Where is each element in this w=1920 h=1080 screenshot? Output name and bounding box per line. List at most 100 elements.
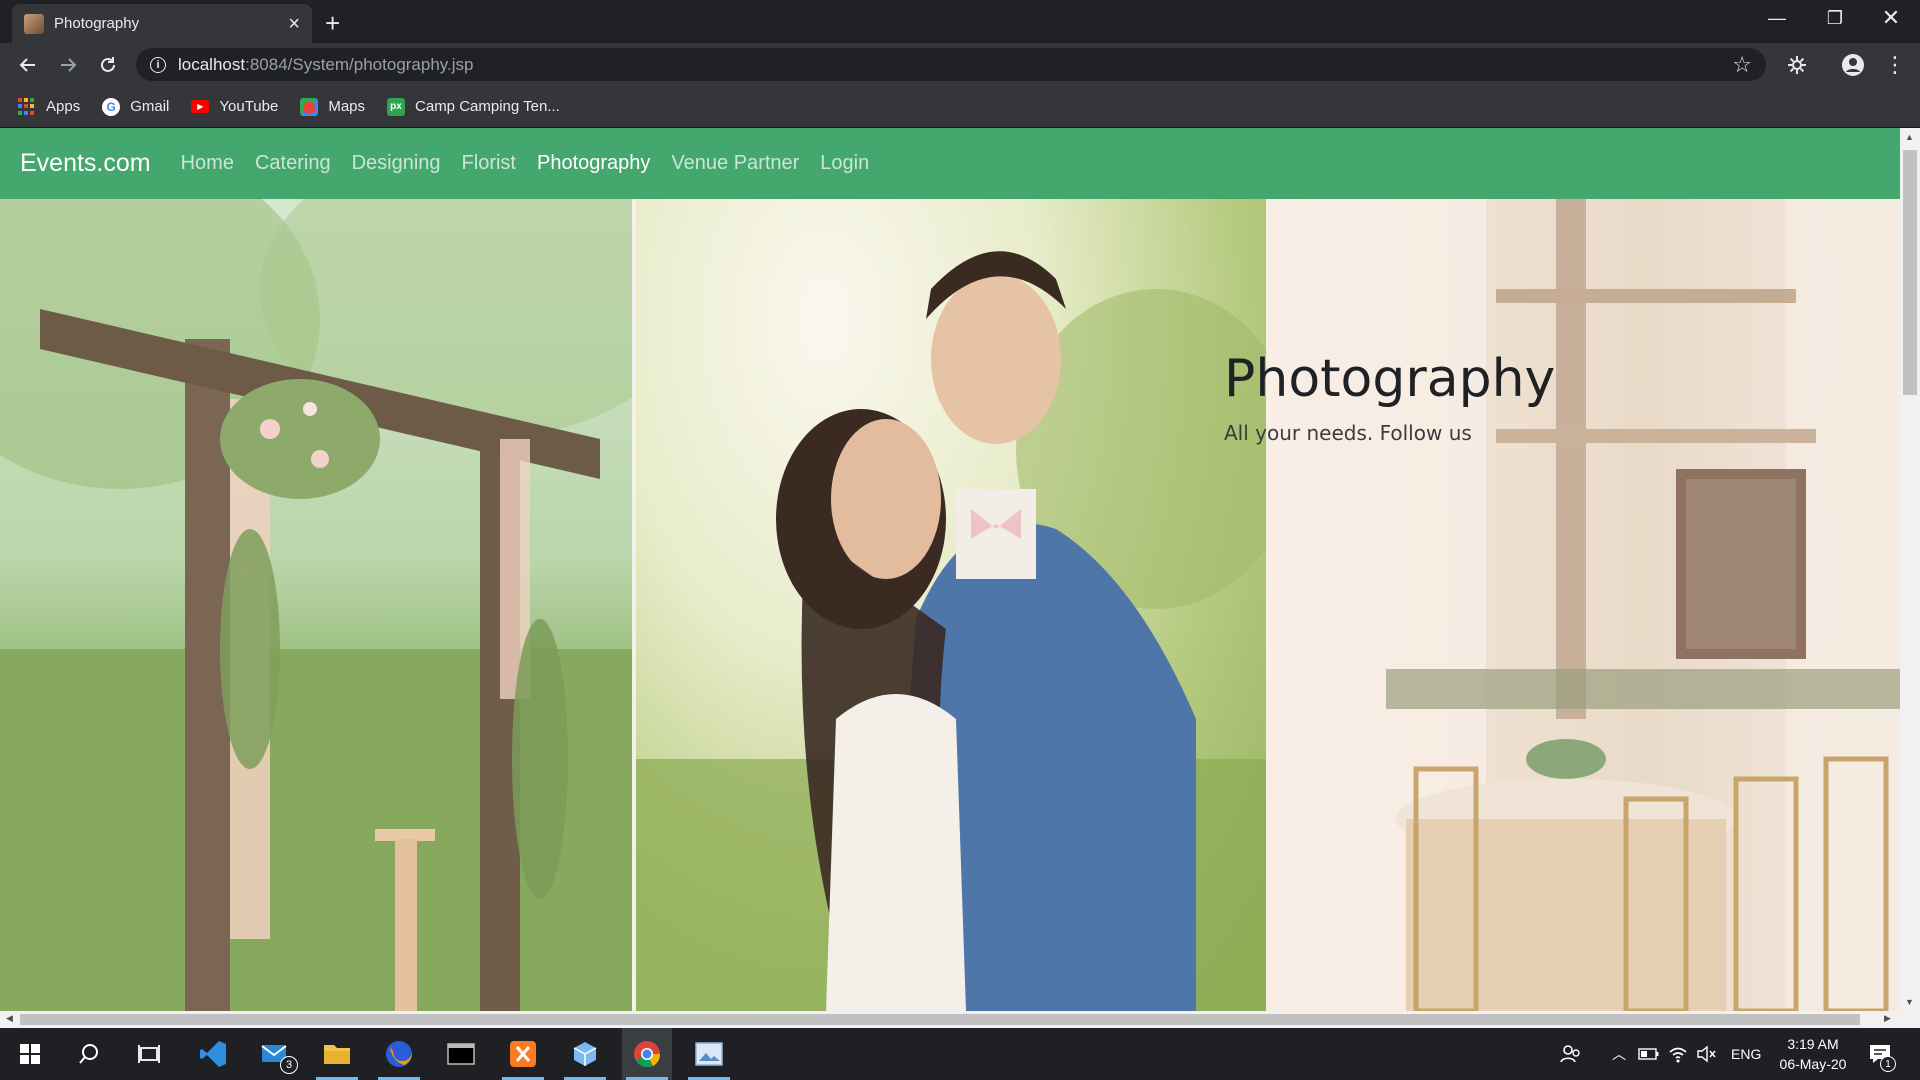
scroll-down-icon[interactable]: ▼ bbox=[1905, 997, 1914, 1007]
gear-icon bbox=[1788, 56, 1806, 74]
nav-home[interactable]: Home bbox=[181, 152, 234, 175]
bookmarks-bar: Apps G Gmail ▶ YouTube ⬤ Maps px Camp Ca… bbox=[0, 86, 1920, 128]
terminal-icon bbox=[447, 1043, 475, 1065]
vscode-icon bbox=[200, 1041, 226, 1067]
start-button[interactable] bbox=[5, 1028, 55, 1080]
bookmark-label: Camp Camping Ten... bbox=[415, 98, 560, 115]
virtualbox-taskbar-button[interactable] bbox=[560, 1028, 610, 1080]
browser-tab[interactable]: Photography × bbox=[12, 4, 312, 43]
minimize-button[interactable]: — bbox=[1748, 0, 1806, 36]
url-host: localhost bbox=[178, 54, 246, 74]
bookmark-label: YouTube bbox=[219, 98, 279, 115]
windows-taskbar: 3 ︿ ENG 3:19 AM 06-May-20 1 bbox=[0, 1028, 1920, 1080]
bookmark-camp-camping[interactable]: px Camp Camping Ten... bbox=[387, 97, 560, 116]
mail-badge: 3 bbox=[280, 1056, 298, 1074]
image-viewer-icon bbox=[695, 1042, 723, 1066]
windows-logo-icon bbox=[20, 1044, 40, 1064]
px-icon: px bbox=[387, 97, 406, 116]
site-brand[interactable]: Events.com bbox=[20, 149, 151, 178]
hero-image-barn-venue bbox=[1266, 199, 1900, 1011]
firefox-taskbar-button[interactable] bbox=[374, 1028, 424, 1080]
youtube-icon: ▶ bbox=[191, 100, 210, 113]
volume-muted-icon[interactable] bbox=[1696, 1028, 1716, 1080]
xampp-icon bbox=[510, 1041, 536, 1067]
browser-toolbar: i localhost :8084/System/photography.jsp… bbox=[0, 43, 1920, 86]
bookmark-label: Apps bbox=[46, 98, 81, 115]
scroll-left-icon[interactable]: ◀ bbox=[6, 1013, 13, 1024]
back-button[interactable] bbox=[14, 51, 42, 79]
account-icon bbox=[1842, 54, 1864, 76]
nav-login[interactable]: Login bbox=[820, 152, 869, 175]
nav-florist[interactable]: Florist bbox=[462, 152, 516, 175]
firefox-icon bbox=[386, 1041, 412, 1067]
extension-icon[interactable] bbox=[1782, 51, 1812, 79]
maps-icon: ⬤ bbox=[300, 97, 319, 116]
browser-titlebar: Photography × + — ❐ ✕ bbox=[0, 0, 1920, 43]
clock-date: 06-May-20 bbox=[1779, 1056, 1847, 1072]
vertical-scrollbar[interactable]: ▲ ▼ bbox=[1900, 128, 1920, 1011]
vertical-scroll-thumb[interactable] bbox=[1903, 150, 1917, 395]
xampp-taskbar-button[interactable] bbox=[498, 1028, 548, 1080]
horizontal-scroll-thumb[interactable] bbox=[20, 1014, 1860, 1025]
arrow-left-icon bbox=[19, 58, 35, 72]
wifi-icon[interactable] bbox=[1668, 1028, 1688, 1080]
nav-photography[interactable]: Photography bbox=[537, 152, 650, 175]
chrome-taskbar-button[interactable] bbox=[622, 1028, 672, 1080]
tab-close-icon[interactable]: × bbox=[288, 14, 300, 34]
folder-icon bbox=[324, 1045, 350, 1064]
system-clock[interactable]: 3:19 AM 06-May-20 bbox=[1768, 1034, 1858, 1074]
people-icon[interactable] bbox=[1560, 1028, 1582, 1080]
nav-designing[interactable]: Designing bbox=[352, 152, 441, 175]
page-viewport: Events.com Home Catering Designing Flori… bbox=[0, 128, 1900, 1011]
input-language[interactable]: ENG bbox=[1731, 1028, 1761, 1080]
reload-icon bbox=[101, 57, 115, 72]
site-info-icon[interactable]: i bbox=[150, 56, 166, 73]
forward-button[interactable] bbox=[54, 51, 82, 79]
scroll-right-icon[interactable]: ▶ bbox=[1884, 1013, 1891, 1024]
action-center-button[interactable]: 1 bbox=[1868, 1028, 1896, 1080]
bookmark-youtube[interactable]: ▶ YouTube bbox=[191, 98, 278, 115]
chrome-icon bbox=[634, 1041, 661, 1068]
task-view-icon bbox=[138, 1045, 160, 1063]
nav-catering[interactable]: Catering bbox=[255, 152, 331, 175]
horizontal-scrollbar[interactable]: ◀ ▶ bbox=[0, 1011, 1920, 1028]
photos-taskbar-button[interactable] bbox=[684, 1028, 734, 1080]
reload-button[interactable] bbox=[94, 51, 122, 79]
vscode-taskbar-button[interactable] bbox=[188, 1028, 238, 1080]
mail-taskbar-button[interactable]: 3 bbox=[250, 1028, 300, 1080]
battery-icon[interactable] bbox=[1638, 1028, 1660, 1080]
bookmark-gmail[interactable]: G Gmail bbox=[102, 97, 170, 116]
new-tab-button[interactable]: + bbox=[325, 10, 340, 36]
tab-title: Photography bbox=[54, 15, 140, 32]
hero-image-couple bbox=[636, 199, 1266, 1011]
close-window-button[interactable]: ✕ bbox=[1862, 0, 1920, 36]
task-view-button[interactable] bbox=[124, 1028, 174, 1080]
terminal-taskbar-button[interactable] bbox=[436, 1028, 486, 1080]
scroll-up-icon[interactable]: ▲ bbox=[1905, 132, 1914, 142]
bookmark-maps[interactable]: ⬤ Maps bbox=[300, 97, 366, 116]
nav-venue-partner[interactable]: Venue Partner bbox=[671, 152, 799, 175]
bookmark-apps[interactable]: Apps bbox=[18, 97, 81, 116]
bookmark-star-icon[interactable]: ☆ bbox=[1732, 52, 1752, 78]
restore-button[interactable]: ❐ bbox=[1806, 0, 1864, 36]
search-button[interactable] bbox=[64, 1028, 114, 1080]
arrow-right-icon bbox=[61, 58, 77, 72]
google-icon: G bbox=[102, 97, 121, 116]
hero-title: Photography bbox=[1224, 349, 1556, 409]
file-explorer-taskbar-button[interactable] bbox=[312, 1028, 362, 1080]
bookmark-label: Maps bbox=[328, 98, 366, 115]
bookmark-label: Gmail bbox=[130, 98, 170, 115]
menu-kebab-icon[interactable]: ⋮ bbox=[1880, 51, 1910, 79]
apps-grid-icon bbox=[18, 97, 36, 116]
tray-overflow-chevron-icon[interactable]: ︿ bbox=[1612, 1028, 1626, 1080]
hero-subtitle: All your needs. Follow us bbox=[1224, 421, 1472, 445]
hero-banner: Photography All your needs. Follow us bbox=[0, 199, 1900, 1011]
tab-favicon-icon bbox=[24, 13, 44, 34]
search-icon bbox=[79, 1044, 98, 1064]
site-navbar: Events.com Home Catering Designing Flori… bbox=[0, 128, 1900, 199]
notification-badge: 1 bbox=[1880, 1056, 1896, 1072]
address-bar[interactable]: i localhost :8084/System/photography.jsp… bbox=[136, 48, 1766, 81]
clock-time: 3:19 AM bbox=[1787, 1036, 1839, 1052]
url-path: :8084/System/photography.jsp bbox=[245, 54, 474, 74]
profile-button[interactable] bbox=[1838, 51, 1868, 79]
